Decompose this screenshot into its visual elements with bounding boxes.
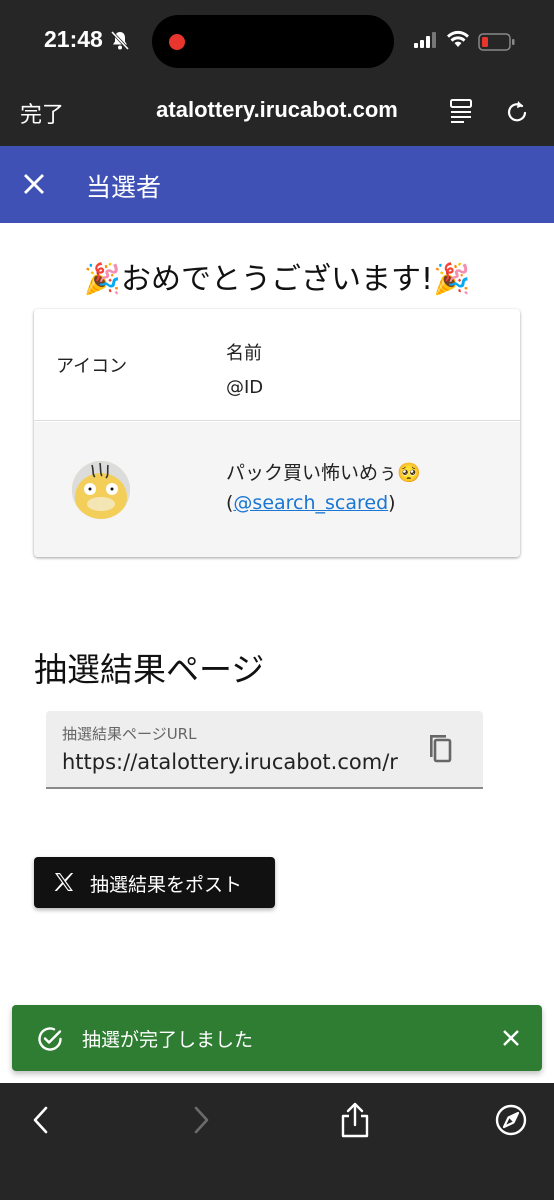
wifi-icon [447,30,469,47]
cellular-signal-icon [414,32,436,48]
back-icon[interactable] [30,1105,52,1135]
result-url-field[interactable]: 抽選結果ページURL https://atalottery.irucabot.c… [46,711,483,789]
result-page-heading: 抽選結果ページ [34,650,265,689]
check-circle-icon [38,1027,62,1051]
browser-bottom-toolbar [0,1083,554,1200]
avatar [72,461,130,519]
compass-icon[interactable] [494,1103,528,1137]
snackbar-message: 抽選が完了しました [82,1029,254,1051]
winner-handle-link[interactable]: @search_scared [233,492,388,514]
dynamic-island [152,15,394,68]
header-icon-column: アイコン [56,356,128,377]
winner-name-cell: パック買い怖いめぅ🥺 (@search_scared) [226,458,421,518]
psyduck-avatar-icon [72,461,130,519]
table-header: アイコン 名前 @ID [34,309,520,421]
congratulations-heading: 🎉おめでとうございます!🎉 [83,262,471,297]
success-snackbar: 抽選が完了しました [12,1005,542,1071]
winner-table: アイコン 名前 @ID パック買い怖いめぅ🥺 (@search_scared) [34,309,520,557]
status-bar: 21:48 [0,0,554,84]
winner-handle-line: (@search_scared) [226,488,421,518]
x-logo-icon [54,873,74,891]
result-url-label: 抽選結果ページURL [62,725,197,743]
copy-icon[interactable] [420,729,460,769]
header-id-label: @ID [226,377,264,398]
dialog-title: 当選者 [86,173,162,202]
forward-icon[interactable] [190,1105,212,1135]
status-time: 21:48 [44,26,103,52]
result-url-value[interactable]: https://atalottery.irucabot.com/re [62,750,398,774]
header-name-column: 名前 @ID [226,337,263,405]
share-icon[interactable] [338,1101,372,1139]
close-icon[interactable] [20,170,48,198]
post-result-button[interactable]: 抽選結果をポスト [34,857,275,908]
url-text: atalottery.irucabot.com [156,97,398,122]
header-name-label: 名前 [226,343,262,364]
reload-icon[interactable] [504,98,530,126]
browser-toolbar: 完了 atalottery.irucabot.com [0,84,554,146]
app-bar: 当選者 [0,146,554,223]
bell-muted-icon [110,30,130,51]
battery-icon [478,33,515,51]
paren-close: ) [388,492,396,514]
recording-indicator-icon [169,34,185,50]
post-result-label: 抽選結果をポスト [90,874,243,896]
reader-icon[interactable] [449,98,473,126]
close-icon[interactable] [500,1027,522,1049]
table-row: パック買い怖いめぅ🥺 (@search_scared) [34,422,520,557]
winner-display-name: パック買い怖いめぅ🥺 [226,462,421,484]
